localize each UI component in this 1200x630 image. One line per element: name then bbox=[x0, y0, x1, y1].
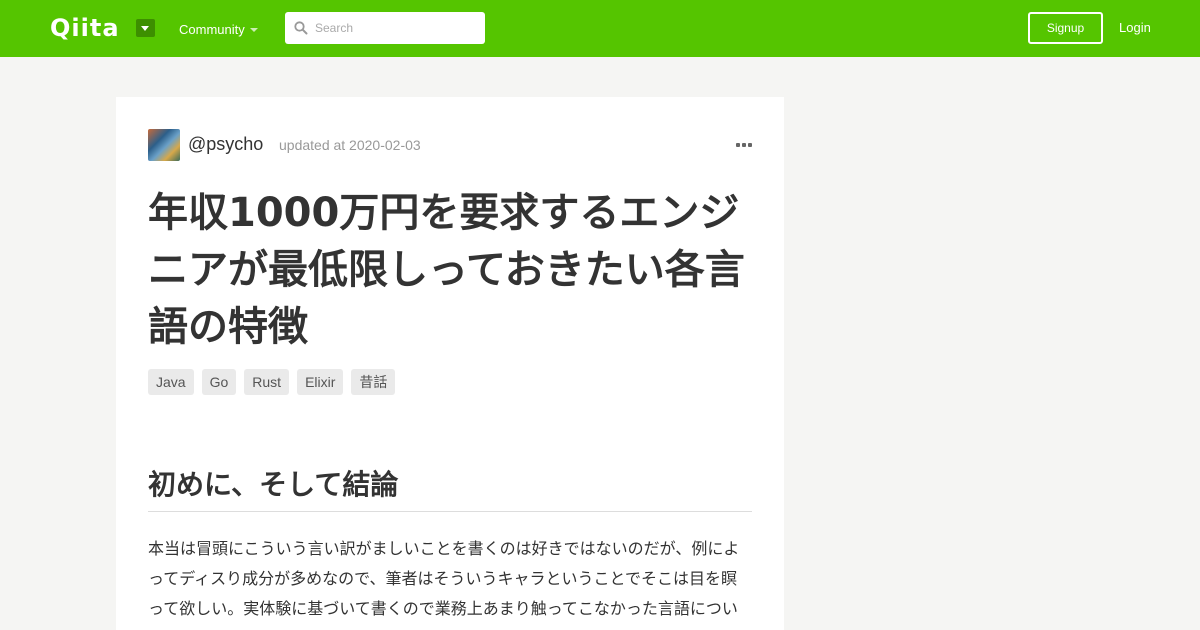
qiita-logo[interactable]: Qiita bbox=[50, 14, 120, 42]
avatar[interactable] bbox=[148, 129, 180, 161]
community-menu[interactable]: Community bbox=[179, 22, 245, 37]
tag-item[interactable]: Java bbox=[148, 369, 194, 395]
more-icon[interactable] bbox=[736, 143, 752, 148]
tag-item[interactable]: 昔話 bbox=[351, 369, 396, 395]
login-link[interactable]: Login bbox=[1119, 20, 1151, 35]
caret-down-icon bbox=[250, 28, 258, 32]
tag-list: Java Go Rust Elixir 昔話 bbox=[148, 369, 396, 395]
section-heading: 初めに、そして結論 bbox=[148, 463, 752, 512]
tag-item[interactable]: Rust bbox=[244, 369, 290, 395]
article-title: 年収1000万円を要求するエンジニアが最低限しっておきたい各言語の特徴 bbox=[148, 190, 745, 350]
article-card: @psycho updated at 2020-02-03 年収1000万円を要… bbox=[116, 97, 784, 630]
author-name[interactable]: @psycho bbox=[188, 134, 263, 155]
article-body: 本当は冒頭にこういう言い訳がましいことを書くのは好きではないのだが、例によってデ… bbox=[148, 539, 740, 618]
tag-item[interactable]: Elixir bbox=[297, 369, 344, 395]
signup-button[interactable]: Signup bbox=[1028, 12, 1103, 44]
updated-date: updated at 2020-02-03 bbox=[279, 137, 421, 153]
search-box bbox=[285, 12, 485, 44]
chevron-down-icon[interactable] bbox=[136, 19, 155, 37]
search-icon bbox=[294, 21, 308, 35]
search-input[interactable] bbox=[315, 12, 480, 44]
tag-item[interactable]: Go bbox=[201, 369, 237, 395]
top-navbar: Qiita Community Signup Login bbox=[0, 0, 1200, 57]
